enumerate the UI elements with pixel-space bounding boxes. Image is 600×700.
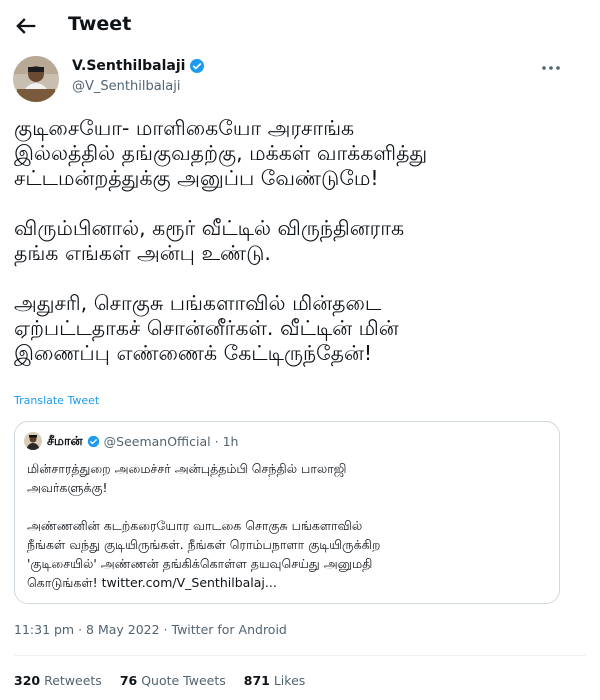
author-avatar[interactable] xyxy=(13,56,59,102)
tweet-text: குடிசையோ- மாளிகையோ அரசாங்க இல்லத்தில் தங… xyxy=(14,116,428,365)
quoted-tweet-card[interactable]: சீமான் @SeemanOfficial · 1h மின்சாரத்துற… xyxy=(14,421,560,604)
retweets-label: Retweets xyxy=(44,673,102,688)
verified-badge-icon xyxy=(87,435,99,448)
quote-author-handle: @SeemanOfficial xyxy=(103,434,211,449)
quote-time: 1h xyxy=(222,434,239,449)
divider xyxy=(14,655,586,656)
likes-stat[interactable]: 871 Likes xyxy=(244,673,306,688)
engagement-stats: 320 Retweets 76 Quote Tweets 871 Likes xyxy=(14,673,323,688)
quote-tweets-count: 76 xyxy=(119,673,138,688)
author-name[interactable]: V.Senthilbalaji xyxy=(72,58,185,74)
tweet-timestamp[interactable]: 11:31 pm · 8 May 2022 · Twitter for Andr… xyxy=(14,622,287,637)
quote-text: மின்சாரத்துறை அமைச்சர் அன்புத்தம்பி செந்… xyxy=(27,461,381,590)
translate-tweet-link[interactable]: Translate Tweet xyxy=(14,394,99,407)
quote-tweets-stat[interactable]: 76 Quote Tweets xyxy=(120,673,226,688)
quote-tweets-label: Quote Tweets xyxy=(141,673,226,688)
quote-separator: · xyxy=(214,434,219,449)
author-handle[interactable]: @V_Senthilbalaji xyxy=(72,79,180,94)
page-title: Tweet xyxy=(68,13,132,35)
quote-author-avatar xyxy=(24,432,42,450)
arrow-left-icon[interactable] xyxy=(12,12,40,40)
quote-author-name: சீமான் xyxy=(47,433,83,448)
quote-header: சீமான் @SeemanOfficial · 1h xyxy=(47,433,239,450)
verified-badge-icon xyxy=(190,59,205,73)
likes-count: 871 xyxy=(243,673,270,688)
retweets-stat[interactable]: 320 Retweets xyxy=(14,673,102,688)
likes-label: Likes xyxy=(273,673,306,688)
top-bar: Tweet xyxy=(0,0,600,52)
retweets-count: 320 xyxy=(14,673,41,688)
more-options-icon[interactable] xyxy=(540,60,562,76)
author-name-row[interactable]: V.Senthilbalaji xyxy=(72,58,205,74)
